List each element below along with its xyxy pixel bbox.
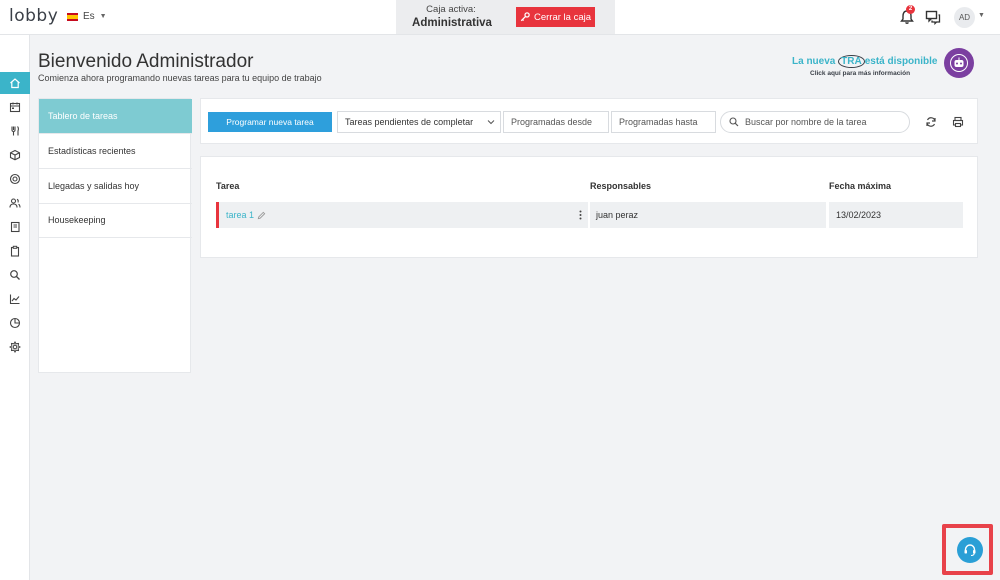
book-icon (10, 221, 20, 233)
page-title: Bienvenido Administrador (38, 51, 254, 72)
lobby-logo[interactable]: lobby (9, 6, 58, 26)
promo-headline: La nueva TRA está disponible (792, 55, 938, 68)
column-header-responsables: Responsables (590, 181, 652, 191)
sidebar-item-guests[interactable] (0, 192, 30, 214)
dashboard-menu: Tablero de tareas Estadísticas recientes… (38, 98, 192, 373)
caja-name: Administrativa (412, 17, 492, 29)
notification-badge: 2 (906, 5, 915, 14)
table-row-task-cell: tarea 1 (216, 202, 588, 228)
tra-promo-banner[interactable]: La nueva TRA está disponible Click aquí p… (792, 48, 977, 80)
chat-icon[interactable] (925, 9, 941, 25)
pie-chart-icon (9, 317, 21, 329)
responsable-value: juan peraz (596, 210, 639, 220)
table-row-fecha-cell: 13/02/2023 (829, 202, 963, 228)
search-icon (10, 270, 20, 280)
language-selector[interactable]: Es ▼ (63, 9, 111, 24)
language-label: Es (83, 11, 95, 22)
promo-highlight: TRA (838, 55, 865, 68)
task-filter-select[interactable]: Tareas pendientes de completar (337, 111, 501, 133)
chevron-down-icon[interactable]: ▼ (978, 12, 985, 19)
task-search[interactable] (720, 111, 910, 133)
sidebar-item-restaurant[interactable] (0, 120, 30, 142)
filter-selected-value: Tareas pendientes de completar (345, 117, 474, 127)
close-cash-label: Cerrar la caja (533, 11, 592, 23)
new-task-button[interactable]: Programar nueva tarea (208, 112, 332, 132)
tasks-table: Tarea Responsables Fecha máxima tarea 1 … (200, 156, 978, 258)
edit-pencil-icon[interactable] (257, 211, 266, 220)
support-chat-button[interactable] (957, 537, 983, 563)
sidebar (0, 35, 30, 580)
date-to-input[interactable] (611, 111, 716, 133)
column-header-tarea: Tarea (216, 181, 240, 191)
more-options-icon[interactable] (579, 210, 582, 220)
restaurant-icon (11, 126, 19, 136)
date-from-input[interactable] (503, 111, 609, 133)
key-icon (520, 12, 530, 22)
settings-icon (9, 341, 21, 353)
box-icon (9, 149, 21, 161)
menu-item-label: Estadísticas recientes (48, 146, 136, 156)
menu-item-label: Housekeeping (48, 215, 106, 225)
sidebar-item-inventory[interactable] (0, 144, 30, 166)
fecha-value: 13/02/2023 (836, 210, 882, 220)
sidebar-item-payments[interactable] (0, 168, 30, 190)
sidebar-item-reports[interactable] (0, 288, 30, 310)
sidebar-item-settings[interactable] (0, 336, 30, 358)
headset-icon (964, 544, 976, 557)
sidebar-item-calendar[interactable] (0, 96, 30, 118)
chevron-down-icon (487, 120, 495, 125)
chevron-down-icon: ▼ (99, 13, 107, 20)
column-header-fecha: Fecha máxima (829, 181, 892, 191)
users-icon (9, 198, 21, 208)
close-cash-button[interactable]: Cerrar la caja (516, 7, 595, 27)
menu-item-estadisticas[interactable]: Estadísticas recientes (39, 134, 192, 169)
spain-flag-icon (67, 12, 78, 21)
search-icon (729, 117, 739, 127)
home-icon (10, 78, 20, 89)
calendar-icon (9, 102, 21, 113)
search-input[interactable] (745, 117, 905, 127)
robot-badge-icon (944, 48, 974, 78)
sidebar-item-statistics[interactable] (0, 312, 30, 334)
menu-item-housekeeping[interactable]: Housekeeping (39, 203, 192, 238)
top-bar: lobby Es ▼ Caja activa: Administrativa C… (0, 0, 1000, 35)
promo-text-before: La nueva (792, 56, 836, 67)
sidebar-item-reservations[interactable] (0, 216, 30, 238)
page-subtitle: Comienza ahora programando nuevas tareas… (38, 73, 322, 83)
table-row-responsable-cell: juan peraz (590, 202, 826, 228)
clipboard-icon (10, 245, 20, 257)
caja-label: Caja activa: (426, 4, 476, 15)
refresh-icon[interactable] (925, 116, 937, 128)
promo-subtext: Click aquí para más información (810, 70, 911, 77)
chart-line-icon (9, 294, 20, 305)
menu-item-label: Tablero de tareas (48, 111, 118, 121)
print-icon[interactable] (952, 116, 964, 128)
menu-item-label: Llegadas y salidas hoy (48, 181, 140, 191)
tasks-toolbar: Programar nueva tarea Tareas pendientes … (200, 98, 978, 144)
task-name-link[interactable]: tarea 1 (226, 210, 254, 220)
sidebar-item-home[interactable] (0, 72, 30, 94)
menu-item-tablero[interactable]: Tablero de tareas (39, 99, 192, 134)
promo-text-after: está disponible (864, 56, 938, 67)
avatar-initials: AD (958, 13, 971, 22)
sidebar-item-search[interactable] (0, 264, 30, 286)
user-avatar[interactable]: AD (954, 7, 975, 28)
sidebar-item-tasks[interactable] (0, 240, 30, 262)
menu-item-llegadas[interactable]: Llegadas y salidas hoy (39, 169, 192, 204)
active-cash-register: Caja activa: Administrativa Cerrar la ca… (396, 0, 615, 34)
robot-icon (950, 54, 968, 72)
money-icon (9, 173, 21, 185)
